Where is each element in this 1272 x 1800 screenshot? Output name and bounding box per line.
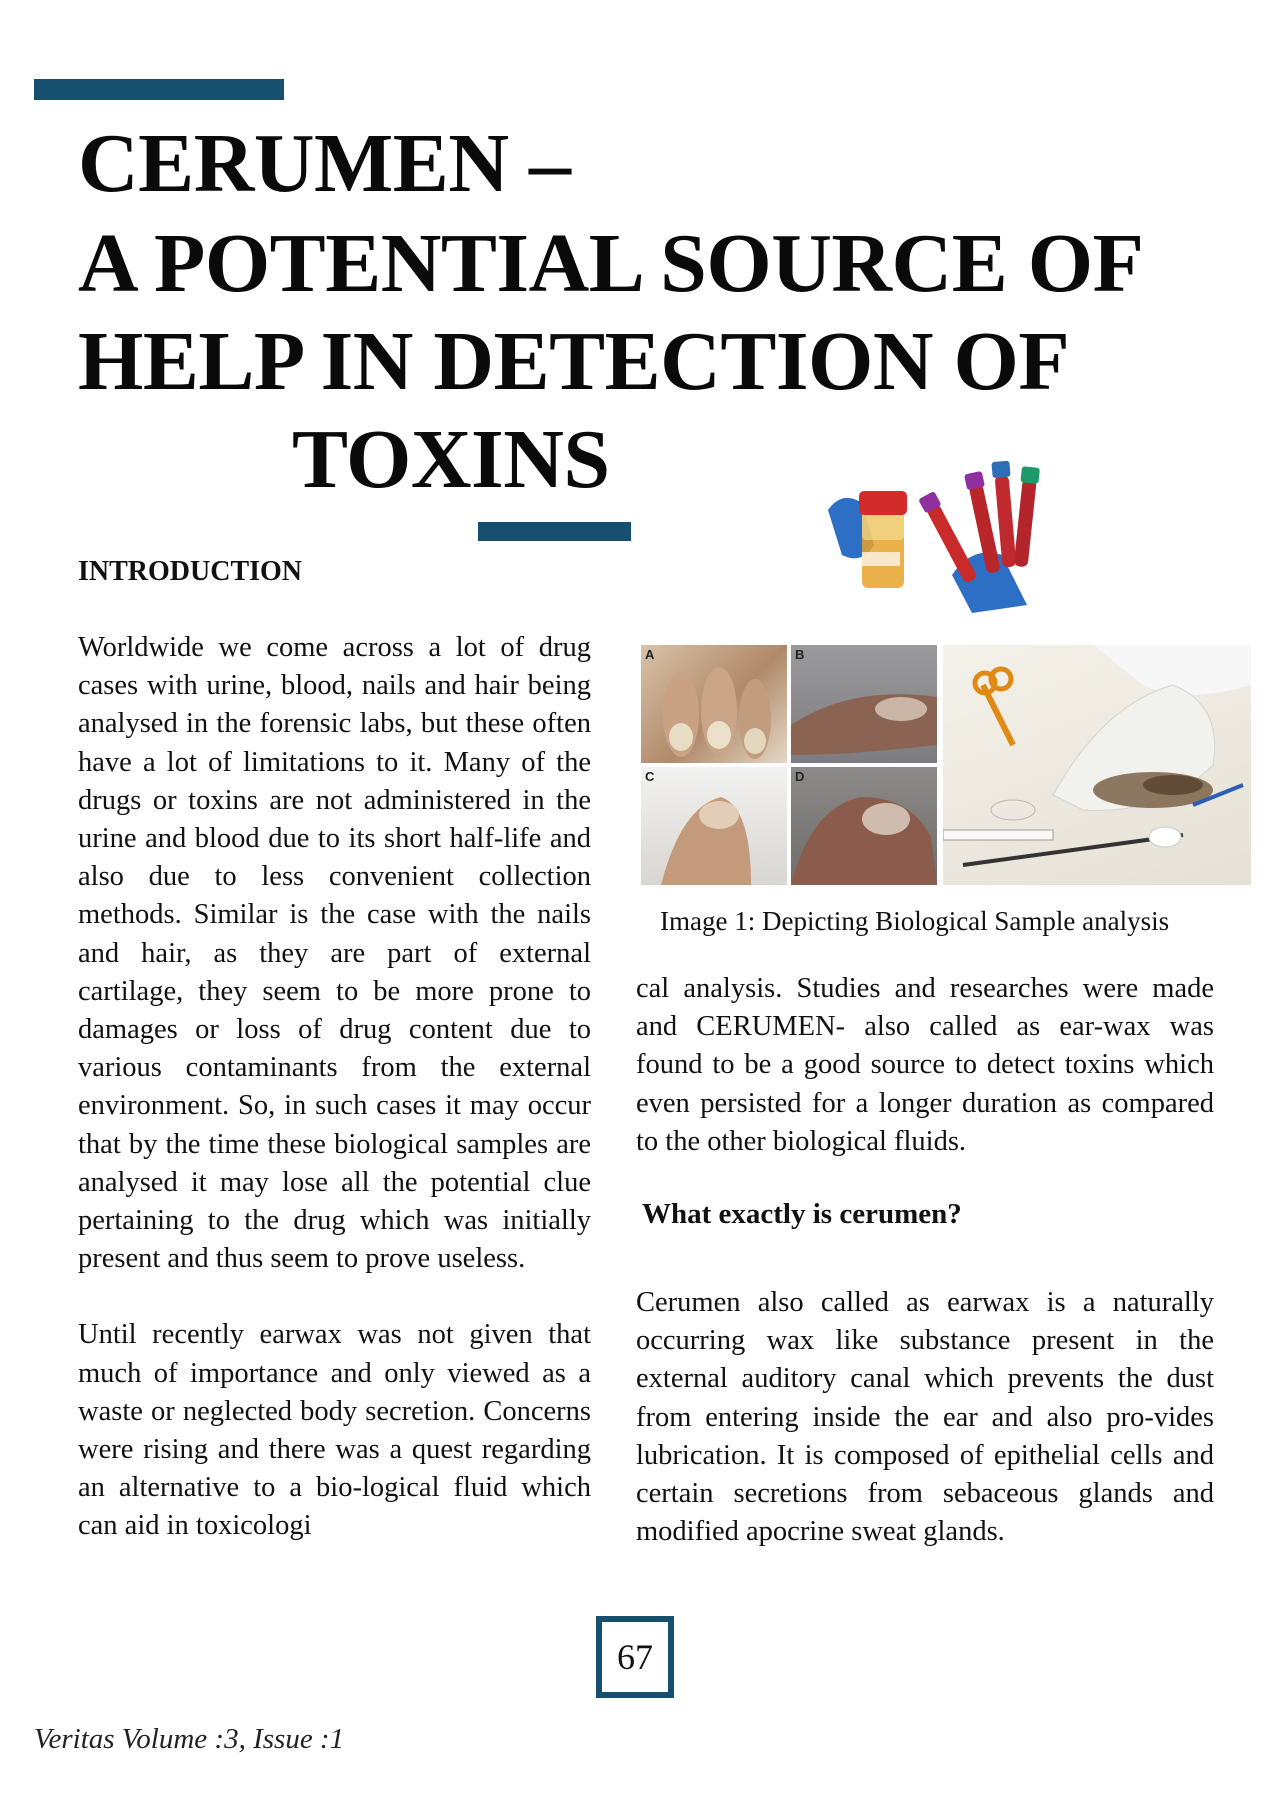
sample-analysis-figure: A B C D — [641, 645, 1251, 885]
title-line-2: A POTENTIAL SOURCE OF — [78, 217, 1144, 310]
nails-photo-d: D — [791, 767, 937, 885]
title-line-4: TOXINS — [292, 413, 610, 506]
title-underline-bar — [478, 522, 631, 541]
panel-label-d: D — [795, 769, 805, 784]
cerumen-definition-paragraph: Cerumen also called as earwax is a natur… — [636, 1287, 1214, 1548]
title-line-3: HELP IN DETECTION OF — [78, 315, 1070, 408]
panel-label-c: C — [645, 769, 655, 784]
figure-caption: Image 1: Depicting Biological Sample ana… — [660, 906, 1170, 936]
right-column-top: cal analysis. Studies and researches wer… — [636, 970, 1214, 1161]
introduction-heading: INTRODUCTION — [78, 556, 303, 587]
right-column-bottom: Cerumen also called as earwax is a natur… — [636, 1284, 1214, 1551]
top-accent-bar — [34, 79, 284, 100]
nails-photo-c: C — [641, 767, 787, 885]
intro-paragraph-1: Worldwide we come across a lot of drug c… — [78, 632, 591, 1275]
page-number: 67 — [596, 1616, 674, 1698]
panel-label-a: A — [645, 647, 655, 662]
nails-photo-b: B — [791, 645, 937, 763]
intro-paragraph-2: Until recently earwax was not given that… — [78, 1319, 591, 1542]
test-tubes-image — [822, 455, 1062, 615]
left-column: Worldwide we come across a lot of drug c… — [78, 629, 591, 1546]
what-is-cerumen-heading: What exactly is cerumen? — [642, 1198, 962, 1230]
panel-label-b: B — [795, 647, 805, 662]
title-line-1: CERUMEN – — [78, 117, 571, 210]
continuation-paragraph: cal analysis. Studies and researches wer… — [636, 973, 1214, 1157]
hair-sample-photo — [943, 645, 1251, 885]
footer-journal-info: Veritas Volume :3, Issue :1 — [34, 1723, 345, 1755]
nails-photo-a: A — [641, 645, 787, 763]
